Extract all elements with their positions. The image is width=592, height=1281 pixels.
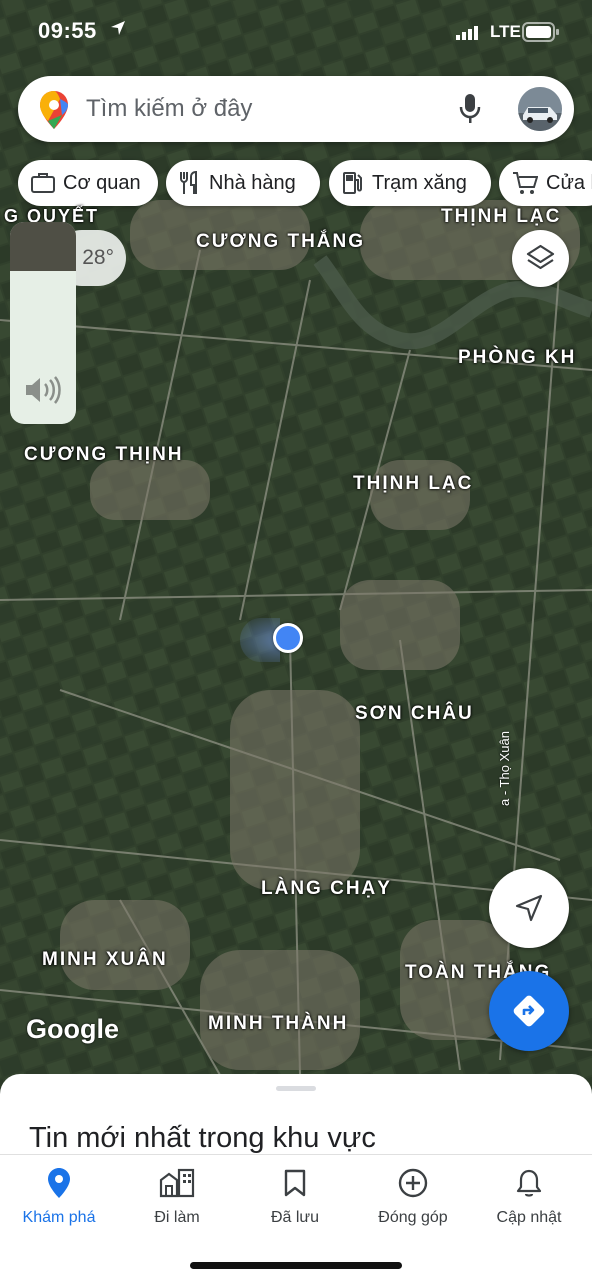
google-logo: Google bbox=[26, 1014, 119, 1044]
volume-level bbox=[10, 222, 76, 271]
search-bar[interactable]: Tìm kiếm ở đây bbox=[18, 76, 574, 142]
map-label: MINH XUÂN bbox=[42, 949, 168, 970]
tab-label: Cập nhật bbox=[496, 1209, 562, 1226]
sheet-title: Tin mới nhất trong khu vực bbox=[29, 1122, 376, 1154]
tab-contribute[interactable]: Đóng góp bbox=[354, 1165, 472, 1227]
add-circle-icon bbox=[398, 1168, 428, 1198]
avatar[interactable] bbox=[518, 87, 562, 131]
chip-restaurants[interactable]: Nhà hàng bbox=[166, 160, 320, 206]
commute-icon bbox=[159, 1168, 195, 1198]
gas-station-icon bbox=[343, 172, 362, 194]
map-label: THỊNH LẠC bbox=[353, 473, 474, 494]
bell-icon bbox=[516, 1169, 542, 1197]
map-label: LÀNG CHẠY bbox=[261, 878, 392, 899]
explore-pin-icon bbox=[48, 1168, 70, 1198]
bookmark-icon bbox=[284, 1169, 306, 1197]
restaurant-icon bbox=[180, 171, 197, 194]
home-indicator[interactable] bbox=[190, 1262, 402, 1269]
microphone-icon[interactable] bbox=[459, 93, 481, 125]
current-location-dot bbox=[273, 623, 303, 653]
temperature-value: 28° bbox=[82, 246, 114, 269]
chip-shopping[interactable]: Cửa h bbox=[499, 160, 592, 206]
battery-icon bbox=[522, 22, 559, 42]
map-label: CƯƠNG THỊNH bbox=[24, 444, 184, 465]
cart-icon bbox=[513, 172, 538, 194]
chip-gas-stations[interactable]: Trạm xăng bbox=[329, 160, 491, 206]
my-location-button[interactable] bbox=[489, 868, 569, 948]
tab-saved[interactable]: Đã lưu bbox=[236, 1165, 354, 1227]
navigation-arrow-icon bbox=[515, 894, 543, 922]
chip-label: Trạm xăng bbox=[372, 171, 467, 194]
tab-commute[interactable]: Đi làm bbox=[118, 1165, 236, 1227]
directions-icon bbox=[513, 995, 545, 1027]
location-arrow-icon bbox=[111, 21, 125, 35]
map-label: PHÒNG KH bbox=[458, 347, 577, 368]
speaker-icon bbox=[26, 376, 61, 404]
volume-hud bbox=[10, 222, 76, 424]
network-type: LTE bbox=[490, 22, 521, 41]
layers-button[interactable] bbox=[512, 230, 569, 287]
tab-label: Khám phá bbox=[22, 1209, 96, 1226]
road-label: a - Thọ Xuân bbox=[497, 731, 512, 806]
signal-icon bbox=[456, 26, 478, 40]
tab-label: Đóng góp bbox=[378, 1209, 448, 1226]
status-bar: 09:55 LTE bbox=[0, 0, 592, 64]
search-input[interactable]: Tìm kiếm ở đây bbox=[86, 95, 252, 123]
status-time: 09:55 bbox=[38, 18, 97, 43]
directions-button[interactable] bbox=[489, 971, 569, 1051]
briefcase-icon bbox=[31, 173, 55, 193]
map-label: MINH THÀNH bbox=[208, 1013, 349, 1034]
chip-label: Cơ quan bbox=[63, 171, 141, 194]
sheet-drag-handle[interactable] bbox=[276, 1086, 316, 1091]
google-maps-pin-icon bbox=[40, 91, 68, 129]
map-label: CƯƠNG THẮNG bbox=[196, 231, 366, 252]
tab-label: Đi làm bbox=[154, 1209, 200, 1226]
tab-label: Đã lưu bbox=[270, 1209, 320, 1226]
layers-icon bbox=[526, 244, 555, 270]
chip-label: Cửa h bbox=[546, 171, 592, 194]
map-label: THỊNH LẠC bbox=[441, 206, 562, 227]
tab-updates[interactable]: Cập nhật bbox=[470, 1165, 588, 1227]
map-label: SƠN CHÂU bbox=[355, 703, 474, 724]
chip-label: Nhà hàng bbox=[209, 171, 296, 194]
tab-explore[interactable]: Khám phá bbox=[0, 1165, 118, 1227]
chip-work[interactable]: Cơ quan bbox=[18, 160, 158, 206]
